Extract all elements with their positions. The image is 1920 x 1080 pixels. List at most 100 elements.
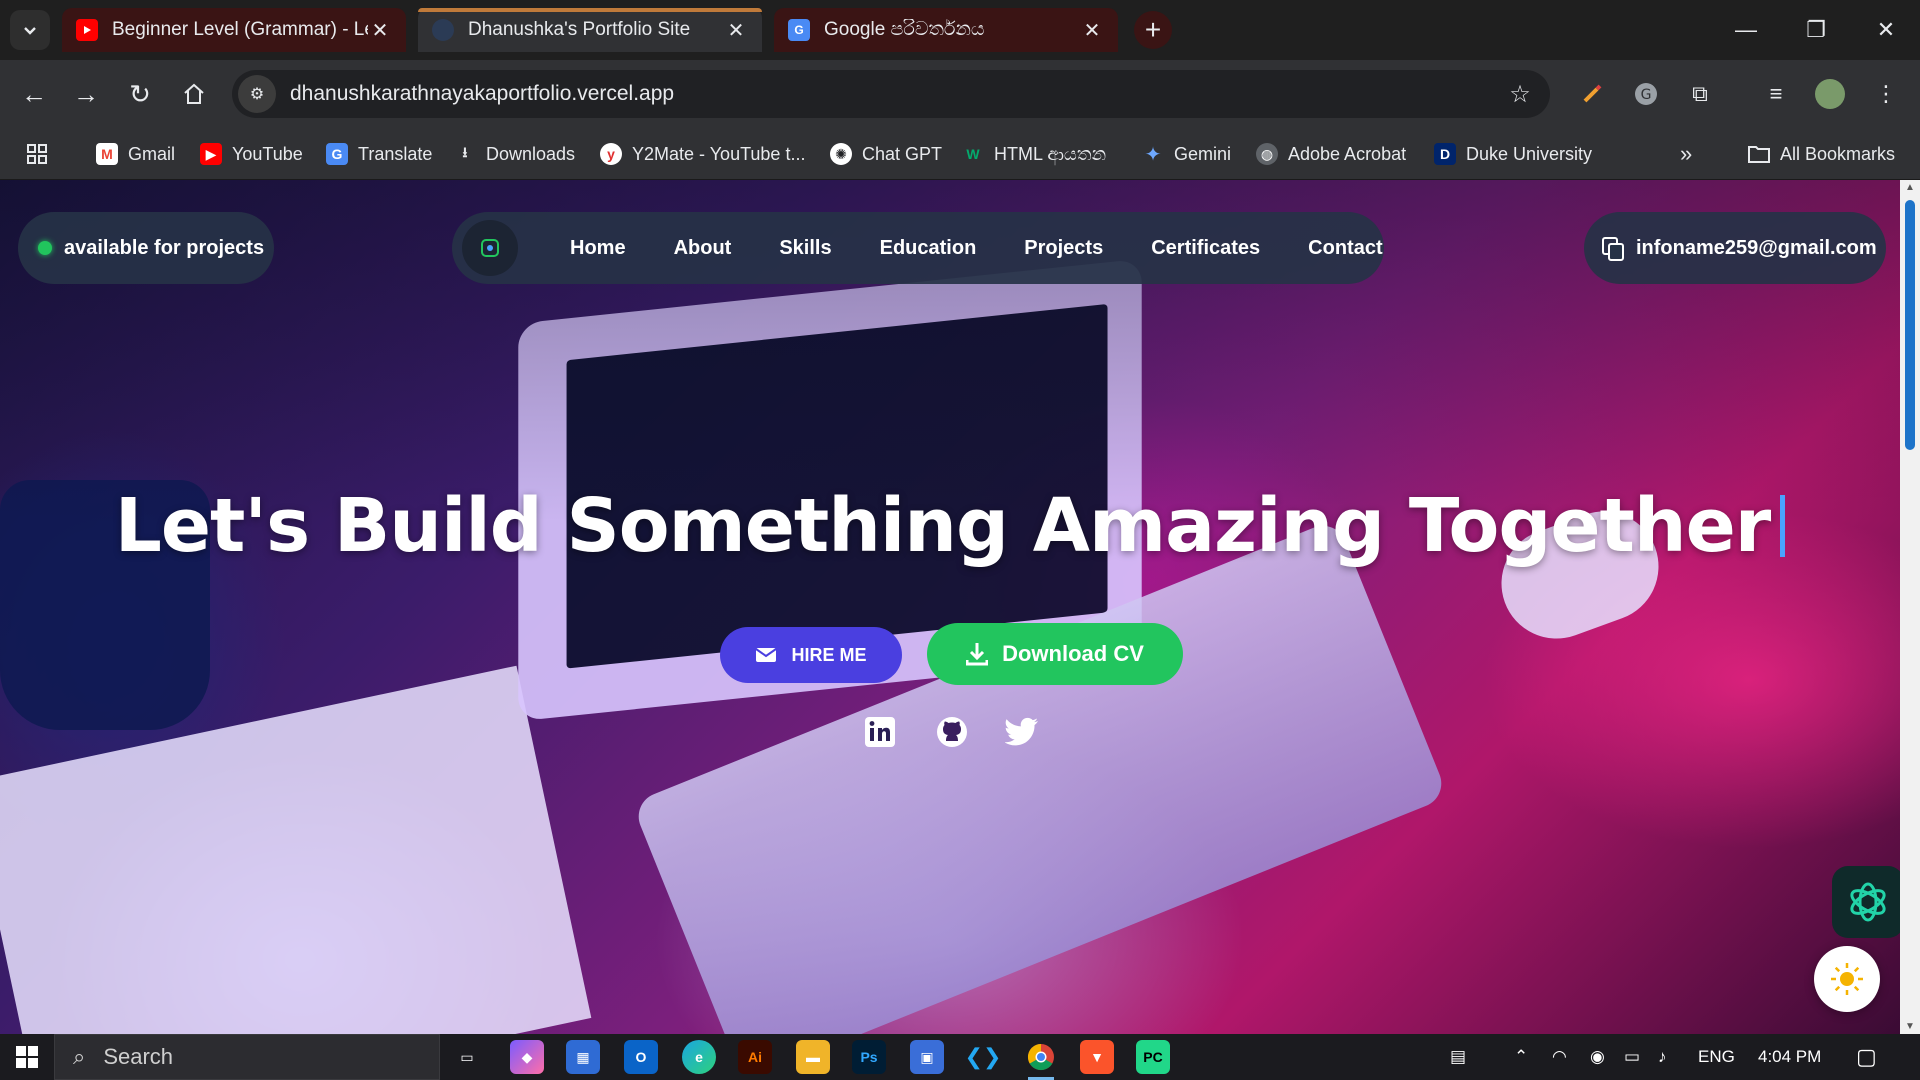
grammarly-extension-icon[interactable]: G — [1628, 76, 1664, 112]
page-scrollbar[interactable]: ▲ ▼ — [1900, 180, 1920, 1034]
w3-icon: W — [966, 146, 980, 162]
bookmark-translate[interactable]: G Translate — [326, 140, 432, 168]
nav-contact[interactable]: Contact — [1308, 237, 1382, 260]
outlook-icon[interactable]: O — [624, 1040, 658, 1074]
github-link[interactable] — [934, 714, 970, 750]
close-tab-icon[interactable]: ✕ — [1080, 18, 1104, 43]
tab-google-translate[interactable]: G Google පරිවර්තනය ✕ — [774, 8, 1118, 52]
brave-icon[interactable]: ▼ — [1080, 1040, 1114, 1074]
profile-avatar[interactable] — [1812, 76, 1848, 112]
bookmark-adobe-acrobat[interactable]: ◍ Adobe Acrobat — [1256, 140, 1406, 168]
minimize-button[interactable]: — — [1712, 0, 1780, 60]
twitter-link[interactable] — [1004, 714, 1040, 750]
scroll-up-arrow[interactable]: ▲ — [1900, 182, 1920, 193]
chatgpt-icon: ✺ — [830, 143, 852, 165]
photoshop-icon[interactable]: Ps — [852, 1040, 886, 1074]
scroll-down-arrow[interactable]: ▼ — [1900, 1021, 1920, 1032]
file-explorer-icon[interactable]: ▬ — [796, 1040, 830, 1074]
illustrator-icon[interactable]: Ai — [738, 1040, 772, 1074]
taskbar-search-box[interactable]: ⌕ Search — [54, 1034, 440, 1080]
menu-icon[interactable]: ⋮ — [1868, 76, 1904, 112]
restore-button[interactable]: ❐ — [1782, 0, 1850, 60]
bookmark-chatgpt[interactable]: ✺ Chat GPT — [830, 140, 942, 168]
windows-logo-icon — [16, 1046, 38, 1068]
bookmark-y2mate[interactable]: y Y2Mate - YouTube t... — [600, 140, 805, 168]
download-cv-button[interactable]: Download CV — [927, 623, 1183, 685]
wifi-icon[interactable]: ◠ — [1552, 1034, 1567, 1080]
bookmark-gemini[interactable]: ✦ Gemini — [1142, 140, 1231, 168]
nav-home[interactable]: Home — [570, 237, 626, 260]
browser-toolbar: ← → ↻ ⚙ dhanushkarathnayakaportfolio.ver… — [0, 60, 1920, 128]
tab-strip: Beginner Level (Grammar) - Les ✕ Dhanush… — [0, 0, 1920, 60]
bookmark-label: HTML ආයතන — [994, 143, 1107, 164]
linkedin-link[interactable] — [862, 714, 898, 750]
pen-extension-icon[interactable] — [1574, 76, 1610, 112]
nav-projects[interactable]: Projects — [1024, 237, 1103, 260]
back-button[interactable]: ← — [14, 74, 54, 114]
clock[interactable]: 4:04 PM — [1758, 1034, 1821, 1080]
all-bookmarks-button[interactable]: All Bookmarks — [1748, 140, 1895, 168]
bookmark-label: Gmail — [128, 143, 176, 164]
bookmark-star-icon[interactable]: ☆ — [1500, 80, 1540, 109]
nav-certificates[interactable]: Certificates — [1151, 237, 1260, 260]
twitter-icon — [1005, 717, 1038, 746]
tab-title: Google පරිවර්තනය — [824, 19, 985, 40]
svg-text:G: G — [1641, 87, 1652, 103]
tab-search-button[interactable] — [10, 10, 50, 50]
copilot-icon[interactable]: ◆ — [510, 1040, 544, 1074]
copy-email-button[interactable]: infoname259@gmail.com — [1584, 212, 1886, 284]
bookmark-gmail[interactable]: M Gmail — [96, 140, 175, 168]
news-widget-icon[interactable]: ▤ — [1450, 1034, 1466, 1080]
close-window-button[interactable]: ✕ — [1852, 0, 1920, 60]
close-tab-icon[interactable]: ✕ — [368, 18, 392, 43]
scrollbar-thumb[interactable] — [1905, 200, 1915, 450]
bookmark-duke[interactable]: D Duke University — [1434, 140, 1592, 168]
extensions-icon[interactable]: ⧉ — [1682, 76, 1718, 112]
background-shade — [0, 180, 1900, 1034]
url-text[interactable]: dhanushkarathnayakaportfolio.vercel.app — [290, 82, 1500, 106]
home-button[interactable] — [174, 74, 214, 114]
task-view-icon[interactable]: ▭ — [450, 1040, 484, 1074]
reload-button[interactable]: ↻ — [120, 74, 160, 114]
nav-education[interactable]: Education — [880, 237, 977, 260]
chevron-down-icon — [24, 27, 36, 35]
close-tab-icon[interactable]: ✕ — [724, 18, 748, 43]
envelope-icon — [755, 648, 778, 662]
notification-icon[interactable]: ▢ — [1856, 1034, 1877, 1080]
hire-me-label: HIRE ME — [791, 644, 867, 665]
hire-me-button[interactable]: HIRE ME — [720, 627, 902, 683]
tray-overflow-icon[interactable]: ⌃ — [1514, 1034, 1528, 1080]
bookmark-html[interactable]: W HTML ආයතන — [962, 140, 1106, 168]
address-bar[interactable]: ⚙ dhanushkarathnayakaportfolio.vercel.ap… — [232, 70, 1550, 118]
chrome-icon[interactable] — [1024, 1040, 1058, 1080]
y2mate-icon: y — [600, 143, 622, 165]
bookmarks-overflow-button[interactable]: » — [1680, 140, 1692, 168]
tab-portfolio[interactable]: Dhanushka's Portfolio Site ✕ — [418, 8, 762, 52]
site-logo[interactable] — [462, 220, 518, 276]
typing-caret — [1780, 495, 1786, 557]
youtube-icon: ▶ — [200, 143, 222, 165]
tab-youtube-grammar[interactable]: Beginner Level (Grammar) - Les ✕ — [62, 8, 406, 52]
forward-button[interactable]: → — [66, 74, 106, 114]
site-settings-icon[interactable]: ⚙ — [238, 75, 276, 113]
nav-about[interactable]: About — [674, 237, 732, 260]
vscode-icon[interactable]: ❮❯ — [965, 1040, 1002, 1074]
bookmark-label: Adobe Acrobat — [1288, 143, 1407, 164]
start-button[interactable] — [0, 1034, 54, 1080]
battery-icon[interactable]: ▭ — [1624, 1034, 1640, 1080]
pycharm-icon[interactable]: PC — [1136, 1040, 1170, 1074]
media-control-icon[interactable]: ≡ — [1758, 76, 1794, 112]
nav-skills[interactable]: Skills — [779, 237, 831, 260]
bookmark-label: Chat GPT — [862, 143, 943, 164]
new-tab-button[interactable]: + — [1134, 11, 1172, 49]
bookmark-youtube[interactable]: ▶ YouTube — [200, 140, 303, 168]
theme-toggle-button[interactable] — [1814, 946, 1880, 1012]
edge-icon[interactable]: e — [682, 1040, 716, 1074]
store-icon[interactable]: ▦ — [566, 1040, 600, 1074]
apps-grid-icon[interactable] — [26, 140, 48, 168]
chatbot-button[interactable] — [1832, 866, 1900, 938]
volume-icon[interactable]: ♪ — [1658, 1034, 1667, 1080]
bookmark-downloads[interactable]: ⭳ Downloads — [454, 140, 576, 168]
remote-desktop-icon[interactable]: ▣ — [910, 1040, 944, 1074]
language-indicator[interactable]: ENG — [1698, 1034, 1735, 1080]
